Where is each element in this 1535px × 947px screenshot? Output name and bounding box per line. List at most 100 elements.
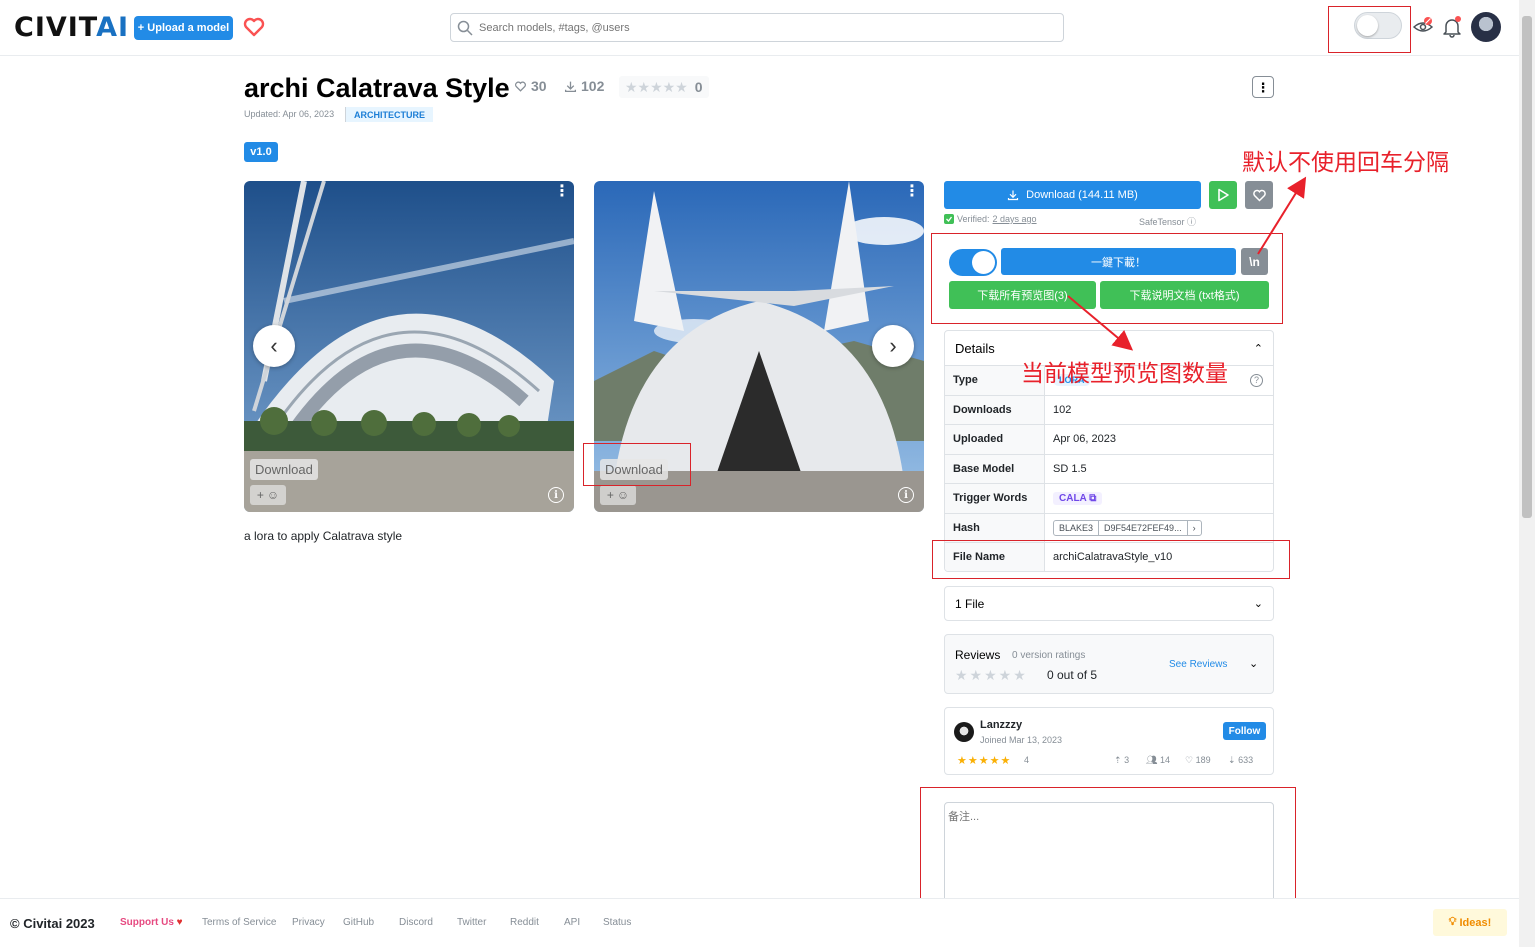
footer-link-api[interactable]: API <box>564 917 580 928</box>
detail-row-downloads: Downloads 102 <box>945 394 1273 424</box>
model-description: a lora to apply Calatrava style <box>244 529 403 543</box>
chevron-down-icon[interactable]: ⌄ <box>1249 657 1258 670</box>
rating-stat[interactable]: ★★★★★ 0 <box>619 76 709 98</box>
search-input[interactable] <box>479 21 1039 34</box>
detail-key: Downloads <box>945 395 1045 424</box>
footer-link-terms[interactable]: Terms of Service <box>202 917 276 928</box>
detail-key: Base Model <box>945 454 1045 483</box>
creator-likes: ♡ 189 <box>1185 755 1211 766</box>
creator-uploads: ⇡ 3 <box>1114 755 1129 766</box>
copyright: © Civitai 2023 <box>10 916 95 931</box>
see-reviews-link[interactable]: See Reviews <box>1169 659 1227 670</box>
verified-status: Verified: 2 days ago <box>944 214 1037 224</box>
support-heart-icon[interactable] <box>242 15 266 39</box>
play-icon <box>1218 188 1229 202</box>
creator-avatar[interactable] <box>954 722 974 742</box>
review-score: 0 out of 5 <box>1047 668 1098 682</box>
annotation-box-toggle <box>1328 6 1411 53</box>
add-reaction-button[interactable]: + ☺ <box>250 485 286 505</box>
trigger-word-text: CALA <box>1059 492 1087 504</box>
follow-button[interactable]: Follow <box>1223 722 1266 740</box>
detail-value: SD 1.5 <box>1053 462 1087 475</box>
lightbulb-icon: 💡︎ <box>1448 916 1457 928</box>
detail-key: Hash <box>945 513 1045 542</box>
trigger-word-badge[interactable]: CALA ⧉ <box>1053 491 1103 505</box>
star-rating-icons: ★★★★★ <box>625 78 688 95</box>
updated-date: Updated: Apr 06, 2023 <box>244 109 335 119</box>
run-model-button[interactable] <box>1209 181 1237 209</box>
creator-likes-count: 189 <box>1195 755 1211 765</box>
image-menu-dots-icon[interactable]: ⋮ <box>554 184 570 200</box>
footer-link-status[interactable]: Status <box>603 917 631 928</box>
scrollbar-thumb[interactable] <box>1522 16 1532 518</box>
heart-icon: ♡ <box>1185 755 1194 765</box>
footer-link-reddit[interactable]: Reddit <box>510 917 539 928</box>
smiley-icon: ☺ <box>616 488 630 502</box>
detail-value: Apr 06, 2023 <box>1053 433 1116 446</box>
downloads-count: 102 <box>581 78 605 94</box>
search-icon <box>457 20 473 36</box>
review-stars-icon: ★★★★★ <box>955 667 1028 683</box>
ideas-button[interactable]: 💡︎ Ideas! <box>1433 909 1507 936</box>
image-info-icon[interactable]: i <box>898 487 914 503</box>
heart-icon: ♥ <box>176 917 183 928</box>
category-badge[interactable]: ARCHITECTURE <box>345 107 433 122</box>
download-icon <box>564 81 577 92</box>
hidden-content-eye-icon[interactable] <box>1412 16 1434 38</box>
civitai-logo[interactable]: CIVITAI <box>14 14 129 42</box>
image-download-button[interactable]: Download <box>250 459 318 480</box>
vertical-dots-icon: ⋮ <box>1256 79 1270 95</box>
annotation-box-notes <box>920 787 1296 908</box>
favorite-button[interactable] <box>1245 181 1273 209</box>
heart-outline-icon <box>1252 189 1266 202</box>
user-avatar[interactable] <box>1471 12 1501 42</box>
more-options-button[interactable]: ⋮ <box>1252 76 1274 98</box>
carousel-prev-button[interactable]: ‹ <box>253 325 295 367</box>
carousel-next-button[interactable]: › <box>872 325 914 367</box>
hash-algo[interactable]: BLAKE3 <box>1054 521 1098 535</box>
hash-selector[interactable]: BLAKE3 D9F54E72FEF49... › <box>1053 519 1202 536</box>
likes-stat[interactable]: 30 <box>514 78 547 94</box>
annotation-box-toolbox <box>931 233 1283 324</box>
footer-link-privacy[interactable]: Privacy <box>292 917 325 928</box>
version-tab[interactable]: v1.0 <box>244 142 278 162</box>
creator-card: Lanzzzy Joined Mar 13, 2023 Follow ★★★★★… <box>944 707 1274 775</box>
footer-link-discord[interactable]: Discord <box>399 917 433 928</box>
detail-key: Trigger Words <box>945 484 1045 513</box>
footer-link-support[interactable]: Support Us ♥ <box>120 917 183 928</box>
reviews-title: Reviews <box>955 648 1001 662</box>
detail-row-hash: Hash BLAKE3 D9F54E72FEF49... › <box>945 512 1273 542</box>
help-icon[interactable]: ? <box>1250 373 1263 387</box>
verified-date[interactable]: 2 days ago <box>993 214 1037 224</box>
details-title: Details <box>955 340 995 356</box>
creator-joined: Joined Mar 13, 2023 <box>980 735 1063 745</box>
info-icon[interactable]: ⓘ <box>1187 217 1196 227</box>
footer-link-github[interactable]: GitHub <box>343 917 374 928</box>
upload-icon: ⇡ <box>1114 755 1122 765</box>
verified-label: Verified: <box>957 214 990 224</box>
creator-downloads-count: 633 <box>1238 755 1254 765</box>
add-reaction-button[interactable]: + ☺ <box>600 485 636 505</box>
creator-name[interactable]: Lanzzzy <box>980 719 1022 731</box>
detail-key: Uploaded <box>945 425 1045 454</box>
creator-downloads: ⇣ 633 <box>1228 755 1253 766</box>
download-model-button[interactable]: Download (144.11 MB) <box>944 181 1201 209</box>
chevron-left-icon: ‹ <box>270 333 278 358</box>
plus-icon: + <box>256 488 264 502</box>
download-icon <box>1008 190 1019 201</box>
upload-model-button[interactable]: + Upload a model <box>134 16 233 40</box>
reviews-panel: Reviews 0 version ratings ★★★★★ 0 out of… <box>944 634 1274 694</box>
model-title: archi Calatrava Style <box>244 73 510 103</box>
hash-value[interactable]: D9F54E72FEF49... <box>1098 520 1187 535</box>
files-label: 1 File <box>955 596 985 611</box>
search-bar[interactable] <box>450 13 1064 42</box>
detail-row-uploaded: Uploaded Apr 06, 2023 <box>945 424 1273 454</box>
chevron-right-icon[interactable]: › <box>1186 520 1201 535</box>
shield-check-icon <box>944 214 954 224</box>
footer-link-twitter[interactable]: Twitter <box>457 917 486 928</box>
support-label: Support Us <box>120 917 174 928</box>
files-accordion[interactable]: 1 File ⌄ <box>944 586 1274 621</box>
image-menu-dots-icon[interactable]: ⋮ <box>904 184 920 200</box>
notification-bell-icon[interactable] <box>1442 16 1462 38</box>
image-info-icon[interactable]: i <box>548 487 564 503</box>
